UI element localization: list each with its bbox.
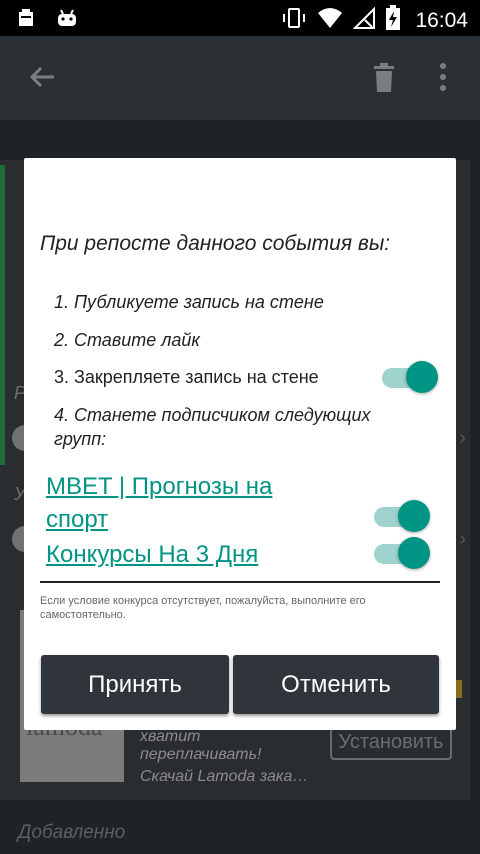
battery-charging-icon xyxy=(385,5,401,36)
condition-item-subscribe: 4. Станете подписчиком следующих групп: xyxy=(54,405,371,449)
toggle-thumb xyxy=(406,361,438,393)
repost-dialog: При репосте данного события вы: 1. Публи… xyxy=(24,158,456,730)
background-accent-stripe xyxy=(0,165,5,465)
chevron-right-icon: › xyxy=(459,528,466,550)
dialog-note: Если условие конкурса отсутствует, пожал… xyxy=(40,595,366,621)
dialog-title: При репосте данного события вы: xyxy=(40,232,391,255)
android-icon xyxy=(56,8,78,33)
status-bar: 16:04 xyxy=(0,0,480,36)
group-toggle-konkursy[interactable] xyxy=(374,536,430,570)
trash-icon[interactable] xyxy=(372,62,396,99)
toggle-thumb xyxy=(398,537,430,569)
clock: 16:04 xyxy=(415,8,468,32)
added-label: Добавленно xyxy=(18,822,126,843)
pin-toggle[interactable] xyxy=(382,360,438,394)
group-toggle-mbet[interactable] xyxy=(374,499,430,533)
group-link-mbet[interactable]: MBET | Прогнозы на спорт xyxy=(46,470,336,536)
vibrate-icon xyxy=(281,6,307,35)
notification-icon xyxy=(16,8,36,33)
ad-text-line: переплачивать! xyxy=(140,746,262,763)
back-arrow-icon[interactable] xyxy=(26,62,58,99)
dialog-divider xyxy=(40,581,440,583)
no-signal-icon xyxy=(353,6,376,34)
app-bar xyxy=(0,36,480,120)
toggle-thumb xyxy=(398,500,430,532)
group-link-konkursy[interactable]: Конкурсы На 3 Дня xyxy=(46,538,336,571)
more-vert-icon[interactable] xyxy=(438,62,448,97)
condition-item-publish: 1. Публикуете запись на стене xyxy=(54,292,324,312)
accept-button[interactable]: Принять xyxy=(41,655,229,714)
chevron-right-icon: › xyxy=(459,427,466,449)
wifi-icon xyxy=(317,7,343,34)
ad-text-line: хватит xyxy=(140,728,201,745)
cancel-button[interactable]: Отменить xyxy=(233,655,439,714)
ad-text-line: Скачай Lamoda зака… xyxy=(140,768,309,785)
condition-item-pin: 3. Закрепляете запись на стене xyxy=(54,367,319,387)
condition-item-like: 2. Ставите лайк xyxy=(54,330,200,350)
